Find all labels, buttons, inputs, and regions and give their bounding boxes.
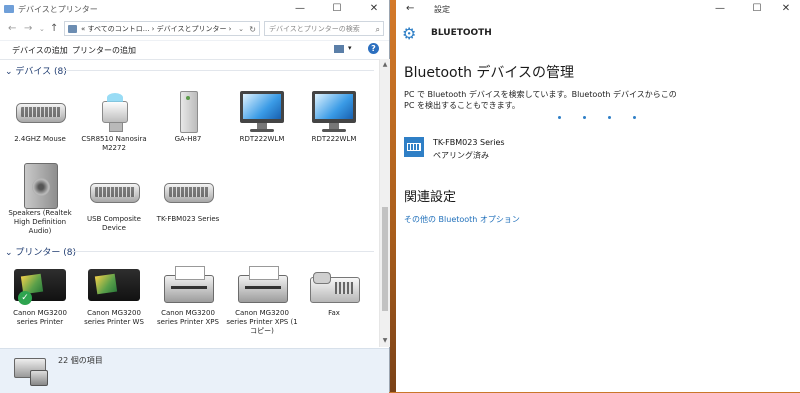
address-dropdown-icon[interactable]: ⌄ <box>238 22 244 35</box>
device-label: 2.4GHZ Mouse <box>14 135 66 143</box>
settings-window-title: 設定 <box>434 5 450 14</box>
scroll-up-icon[interactable]: ▲ <box>380 61 390 68</box>
devices-and-printers-window: デバイスとプリンター — ☐ ✕ ← → ⌄ ↑ « すべてのコントロ... ›… <box>0 0 390 393</box>
control-panel-icon <box>68 25 77 33</box>
left-maximize-button[interactable]: ☐ <box>325 2 349 16</box>
add-printer-button[interactable]: プリンターの追加 <box>72 45 136 56</box>
pc-tower-icon <box>180 91 198 133</box>
gear-icon: ⚙ <box>402 24 417 43</box>
left-title-bar: デバイスとプリンター — ☐ ✕ <box>0 0 389 18</box>
vertical-scrollbar[interactable]: ▲ ▼ <box>379 59 390 347</box>
device-label: USB Composite Device <box>87 215 141 232</box>
device-item[interactable]: USB Composite Device <box>78 169 150 233</box>
speaker-icon <box>24 163 58 209</box>
details-pane: 22 個の項目 <box>0 348 389 393</box>
back-arrow-icon[interactable]: ← <box>406 3 414 14</box>
device-list-area: ⌄ デバイス (8) 2.4GHZ Mouse CSR8510 Nanosira… <box>0 59 378 347</box>
group-divider <box>62 70 374 71</box>
device-name: TK-FBM023 Series <box>433 138 505 147</box>
device-item[interactable]: RDT222WLM <box>226 89 298 144</box>
keyboard-icon <box>404 137 424 157</box>
device-item[interactable]: Speakers (Realtek High Definition Audio) <box>4 163 76 236</box>
recent-locations-chevron-icon[interactable]: ⌄ <box>39 25 45 33</box>
item-count: 22 個の項目 <box>58 356 103 365</box>
printer-label: Fax <box>328 309 340 317</box>
forward-arrow-icon[interactable]: → <box>24 23 32 34</box>
add-device-button[interactable]: デバイスの追加 <box>12 45 68 56</box>
device-label: GA-H87 <box>174 135 202 143</box>
refresh-icon[interactable]: ↻ <box>249 22 256 35</box>
back-arrow-icon[interactable]: ← <box>8 23 16 34</box>
search-input[interactable]: デバイスとプリンターの検索 ⌕ <box>264 21 384 36</box>
devices-group-header[interactable]: ⌄ デバイス (8) <box>5 64 67 77</box>
left-minimize-button[interactable]: — <box>288 2 312 16</box>
scroll-down-icon[interactable]: ▼ <box>380 337 390 344</box>
keyboard-icon <box>16 103 66 123</box>
device-label: TK-FBM023 Series <box>156 215 220 223</box>
search-icon: ⌕ <box>375 25 380 34</box>
inkjet-printer-icon <box>88 269 140 301</box>
searching-progress-dots <box>558 116 688 120</box>
help-icon[interactable]: ? <box>368 43 379 54</box>
right-maximize-button[interactable]: ☐ <box>745 2 769 16</box>
printer-label: Canon MG3200 series Printer WS <box>84 309 144 326</box>
printer-item[interactable]: Canon MG3200 series Printer XPS (1 コピー) <box>226 263 298 336</box>
device-item[interactable]: GA-H87 <box>152 89 224 144</box>
usb-dongle-icon <box>102 93 128 132</box>
right-minimize-button[interactable]: — <box>708 2 732 16</box>
device-item[interactable]: TK-FBM023 Series <box>152 169 224 224</box>
device-item[interactable]: 2.4GHZ Mouse <box>4 89 76 144</box>
right-title-bar: ← 設定 — ☐ ✕ <box>396 0 800 18</box>
printer-camera-icon <box>14 352 48 386</box>
devices-app-icon <box>4 5 14 13</box>
collapse-chevron-icon: ⌄ <box>5 67 16 77</box>
printer-label: Canon MG3200 series Printer XPS (1 コピー) <box>226 309 298 335</box>
left-window-title: デバイスとプリンター <box>18 5 98 14</box>
address-row: ← → ⌄ ↑ « すべてのコントロ... › デバイスとプリンター › ⌄ ↻… <box>0 18 389 40</box>
search-placeholder: デバイスとプリンターの検索 <box>269 25 360 33</box>
settings-window: ← 設定 — ☐ ✕ ⚙ BLUETOOTH Bluetooth デバイスの管理… <box>396 0 800 392</box>
printer-item[interactable]: Canon MG3200 series Printer XPS <box>152 263 224 327</box>
printer-icon <box>164 266 214 303</box>
default-printer-check-icon: ✓ <box>18 291 32 305</box>
monitor-icon <box>240 91 284 132</box>
up-arrow-icon[interactable]: ↑ <box>50 23 58 34</box>
printer-label: Canon MG3200 series Printer <box>13 309 67 326</box>
more-bluetooth-options-link[interactable]: その他の Bluetooth オプション <box>404 214 520 225</box>
printer-label: Canon MG3200 series Printer XPS <box>157 309 219 326</box>
device-item[interactable]: CSR8510 Nanosira M2272 <box>78 89 150 153</box>
page-header: BLUETOOTH <box>431 28 492 38</box>
printer-icon <box>238 266 288 303</box>
address-path: « すべてのコントロ... › デバイスとプリンター › <box>81 25 232 33</box>
printers-group-header[interactable]: ⌄ プリンター (8) <box>5 245 76 258</box>
right-close-button[interactable]: ✕ <box>774 2 798 16</box>
view-options-dropdown-icon[interactable]: ▾ <box>348 44 352 52</box>
search-status-text: PC で Bluetooth デバイスを検索しています。Bluetooth デバ… <box>404 90 677 110</box>
device-label: Speakers (Realtek High Definition Audio) <box>8 209 72 235</box>
command-bar: デバイスの追加 プリンターの追加 ▾ ? <box>0 40 389 60</box>
change-view-icon[interactable] <box>334 45 344 53</box>
collapse-chevron-icon: ⌄ <box>5 248 16 258</box>
scroll-thumb[interactable] <box>382 207 388 311</box>
group-divider <box>72 251 374 252</box>
fax-icon <box>310 272 360 303</box>
related-settings-heading: 関連設定 <box>404 190 457 205</box>
keyboard-icon <box>90 183 140 203</box>
printer-item[interactable]: Canon MG3200 series Printer WS <box>78 263 150 327</box>
device-label: RDT222WLM <box>311 135 357 143</box>
device-status: ペアリング済み <box>433 151 489 160</box>
left-close-button[interactable]: ✕ <box>362 2 386 16</box>
page-title: Bluetooth デバイスの管理 <box>404 65 574 81</box>
keyboard-icon <box>164 183 214 203</box>
device-item[interactable]: RDT222WLM <box>298 89 370 144</box>
printer-item[interactable]: ✓ Canon MG3200 series Printer <box>4 263 76 327</box>
device-label: CSR8510 Nanosira M2272 <box>81 135 147 152</box>
device-label: RDT222WLM <box>239 135 285 143</box>
address-bar[interactable]: « すべてのコントロ... › デバイスとプリンター › ⌄ ↻ <box>64 21 260 36</box>
monitor-icon <box>312 91 356 132</box>
printer-item[interactable]: Fax <box>298 263 370 318</box>
